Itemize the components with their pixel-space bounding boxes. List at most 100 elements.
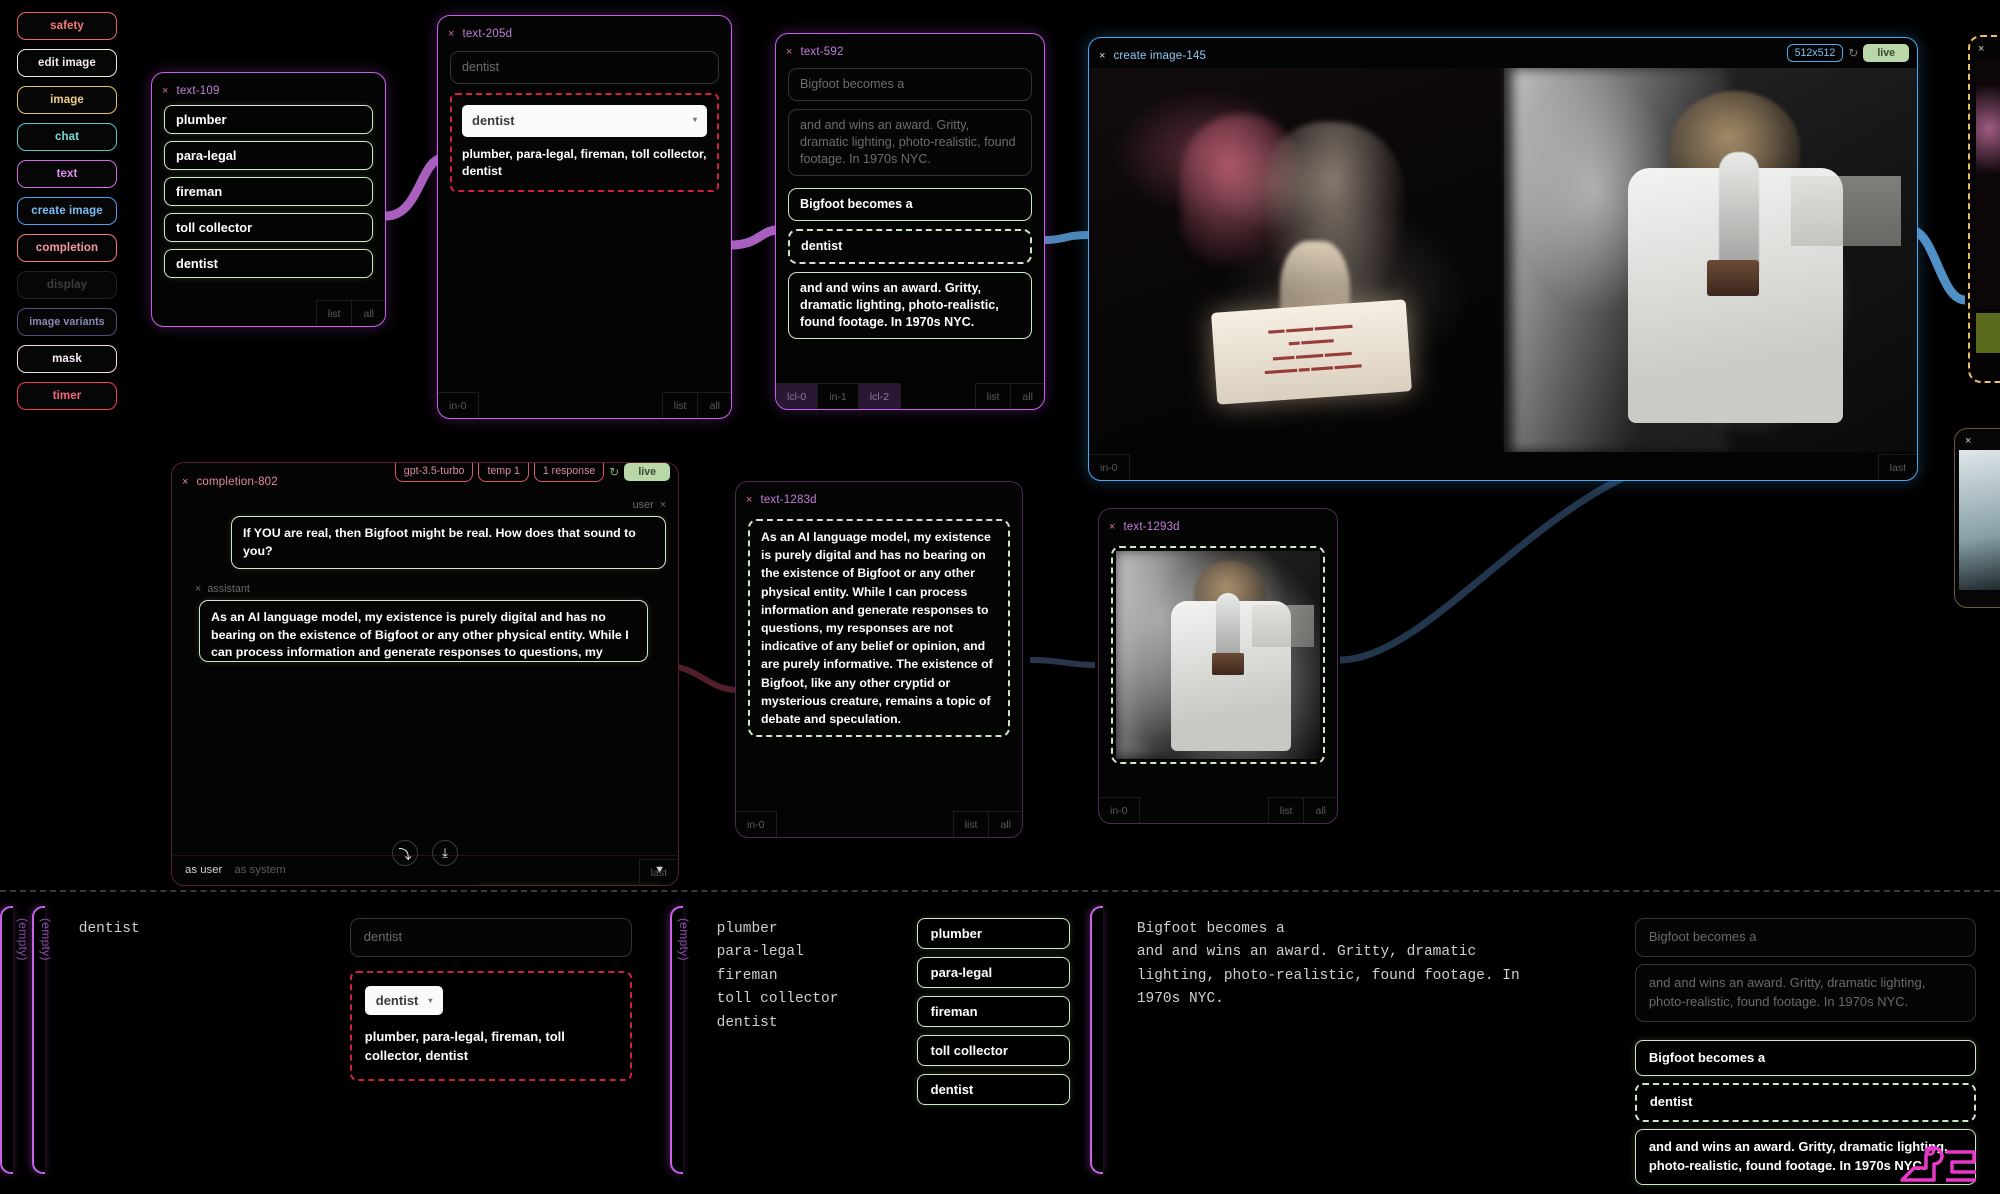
node-footer[interactable]: list all (152, 300, 385, 326)
dashed-field[interactable]: dentist (1634, 1083, 1976, 1123)
composer-ghost-text[interactable]: If YOU are real, then Bigfoot might be r… (185, 885, 461, 886)
image-preview-frame[interactable] (1111, 546, 1325, 764)
list-item[interactable]: para-legal (916, 957, 1070, 988)
list-item[interactable]: para-legal (164, 141, 373, 170)
solid-field-1[interactable]: Bigfoot becomes a (1634, 1039, 1976, 1077)
palette-item-display[interactable]: display (17, 271, 117, 299)
header-badges[interactable]: 512x512 ↻ live (1786, 44, 1909, 62)
tab-list[interactable]: list (1267, 797, 1304, 823)
list-item[interactable]: dentist (916, 1074, 1070, 1105)
message-bubble-user[interactable]: If YOU are real, then Bigfoot might be r… (231, 516, 666, 570)
close-icon[interactable]: × (162, 85, 168, 97)
list-item[interactable]: plumber (916, 918, 1070, 949)
dropdown-select[interactable]: dentist ▾ (364, 985, 444, 1015)
close-icon[interactable]: × (1970, 37, 2000, 55)
palette-item-image-variants[interactable]: image variants (17, 308, 117, 336)
list-item[interactable]: toll collector (164, 213, 373, 242)
palette-item-create-image[interactable]: create image (17, 197, 117, 225)
tab-list[interactable]: list (974, 383, 1011, 409)
tab-in-0[interactable]: in-0 (736, 811, 777, 837)
tab-in-1[interactable]: in-1 (818, 383, 859, 409)
node-palette[interactable]: safety edit image image chat text create… (17, 12, 117, 410)
tab-all[interactable]: all (1303, 797, 1337, 823)
chevron-down-icon[interactable]: ▾ (428, 996, 432, 1005)
palette-item-chat[interactable]: chat (17, 123, 117, 151)
list-item[interactable]: plumber (164, 105, 373, 134)
list-item[interactable]: toll collector (916, 1035, 1070, 1066)
node-completion-802[interactable]: × completion-802 gpt-3.5-turbo temp 1 1 … (171, 462, 679, 886)
chevron-down-icon[interactable]: ▾ (693, 115, 697, 126)
node-header[interactable]: × text-205d (438, 23, 731, 45)
tab-list[interactable]: list (661, 392, 698, 418)
node-text-205d[interactable]: × text-205d dentist dentist ▾ plumber, p… (437, 15, 732, 419)
close-icon[interactable]: × (786, 46, 792, 58)
list-item[interactable]: dentist (164, 249, 373, 278)
message-role-user[interactable]: user × (184, 499, 666, 511)
text-input-placeholder[interactable]: dentist (450, 51, 719, 84)
size-badge[interactable]: 512x512 (1786, 44, 1844, 62)
generated-image-2[interactable] (1504, 68, 1917, 452)
text-input-placeholder[interactable]: dentist (349, 918, 632, 957)
close-icon[interactable]: × (746, 494, 752, 506)
close-icon[interactable]: × (660, 499, 666, 511)
composer-preview-bubble[interactable]: If YOU are real, then Bigfoot might be r… (475, 885, 665, 886)
node-offscreen-image-variant[interactable]: × (1968, 35, 2000, 383)
palette-item-mask[interactable]: mask (17, 345, 117, 373)
palette-item-text[interactable]: text (17, 160, 117, 188)
node-footer[interactable]: in-0 list all (1099, 797, 1337, 823)
tab-last[interactable]: last (1877, 454, 1917, 480)
ghost-field-1[interactable]: Bigfoot becomes a (788, 68, 1032, 101)
tab-last[interactable]: last (638, 859, 678, 885)
close-icon[interactable]: × (1099, 50, 1105, 62)
close-icon[interactable]: × (182, 476, 188, 488)
node-header[interactable]: × text-109 (152, 80, 385, 102)
live-badge[interactable]: live (624, 463, 670, 481)
node-header[interactable]: × create image-145 512x512 ↻ live (1089, 44, 1917, 67)
header-badges[interactable]: gpt-3.5-turbo temp 1 1 response ↻ live (394, 463, 670, 482)
list-item[interactable]: fireman (164, 177, 373, 206)
tab-all[interactable]: all (351, 300, 385, 326)
node-header[interactable]: × completion-802 gpt-3.5-turbo temp 1 1 … (172, 463, 678, 493)
node-create-image-145[interactable]: × create image-145 512x512 ↻ live ▃▃▃ ▃▃… (1088, 37, 1918, 481)
tab-in-0[interactable]: in-0 (438, 392, 479, 418)
node-offscreen-image[interactable]: × (1954, 428, 2000, 608)
message-role-assistant[interactable]: × assistant (184, 583, 666, 595)
node-text-592[interactable]: × text-592 Bigfoot becomes a and and win… (775, 33, 1045, 410)
message-bubble-assistant[interactable]: As an AI language model, my existence is… (199, 600, 648, 663)
ghost-field-2[interactable]: and and wins an award. Gritty, dramatic … (788, 109, 1032, 176)
palette-item-timer[interactable]: timer (17, 382, 117, 410)
node-canvas[interactable]: safety edit image image chat text create… (0, 0, 2000, 890)
dashed-text-block[interactable]: As an AI language model, my existence is… (748, 519, 1010, 738)
node-footer[interactable]: in-0 list all (438, 392, 731, 418)
palette-item-completion[interactable]: completion (17, 234, 117, 262)
tab-lcl-2[interactable]: lcl-2 (858, 383, 902, 409)
palette-item-safety[interactable]: safety (17, 12, 117, 40)
temperature-badge[interactable]: temp 1 (478, 463, 529, 482)
tab-in-0[interactable]: in-0 (1099, 797, 1140, 823)
solid-field-1[interactable]: Bigfoot becomes a (788, 188, 1032, 221)
refresh-icon[interactable]: ↻ (609, 465, 619, 479)
tab-all[interactable]: all (988, 811, 1022, 837)
generated-image-1[interactable]: ▃▃▃ ▃▃▃▃▃ ▃▃▃▃▃▃▃ ▃▃ ▃▃▃▃▃▃ ▃▃▃▃ ▃▃▃▃▃ ▃▃▃… (1090, 68, 1504, 452)
tab-all[interactable]: all (697, 392, 731, 418)
node-text-109[interactable]: × text-109 plumber para-legal fireman to… (151, 72, 386, 327)
dropdown-select[interactable]: dentist ▾ (462, 105, 707, 137)
node-footer[interactable]: in-0 last (1089, 454, 1917, 480)
palette-item-image[interactable]: image (17, 86, 117, 114)
live-badge[interactable]: live (1863, 44, 1909, 62)
ghost-field-2[interactable]: and and wins an award. Gritty, dramatic … (1634, 963, 1976, 1022)
node-header[interactable]: × text-1283d (736, 489, 1022, 511)
generated-image-thumb[interactable] (1116, 551, 1320, 759)
node-footer[interactable]: last (172, 859, 678, 885)
refresh-icon[interactable]: ↻ (1848, 46, 1858, 60)
ghost-field-1[interactable]: Bigfoot becomes a (1634, 918, 1976, 957)
node-text-1293d[interactable]: × text-1293d in-0 list all (1098, 508, 1338, 824)
close-icon[interactable]: × (1109, 521, 1115, 533)
node-footer[interactable]: in-0 list all (736, 811, 1022, 837)
node-text-1283d[interactable]: × text-1283d As an AI language model, my… (735, 481, 1023, 838)
node-header[interactable]: × text-592 (776, 41, 1044, 63)
model-badge[interactable]: gpt-3.5-turbo (394, 463, 474, 482)
node-footer[interactable]: lcl-0 in-1 lcl-2 list all (776, 383, 1044, 409)
tab-list[interactable]: list (315, 300, 352, 326)
close-icon[interactable]: × (448, 28, 454, 40)
